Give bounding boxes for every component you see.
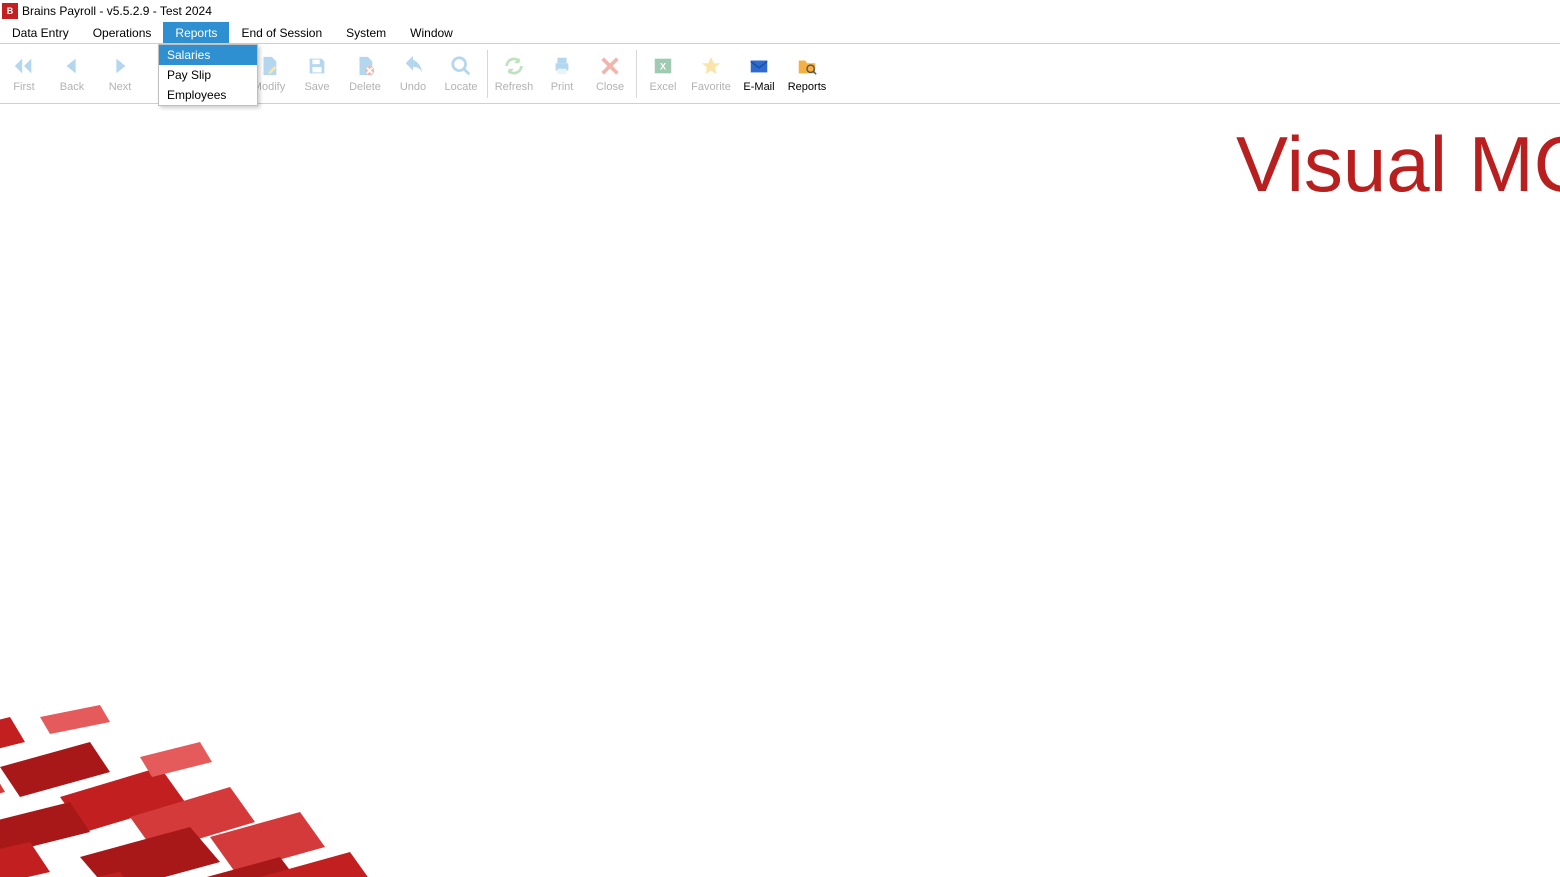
favorite-icon — [699, 54, 723, 78]
dropdown-pay-slip[interactable]: Pay Slip — [159, 65, 257, 85]
menu-reports[interactable]: Reports — [163, 22, 229, 43]
save-icon — [305, 54, 329, 78]
refresh-button[interactable]: Refresh — [490, 46, 538, 102]
print-label: Print — [551, 81, 574, 93]
refresh-label: Refresh — [495, 81, 534, 93]
first-icon — [12, 54, 36, 78]
undo-icon — [401, 54, 425, 78]
modify-icon — [257, 54, 281, 78]
menu-end-of-session[interactable]: End of Session — [229, 22, 334, 43]
toolbar-separator — [636, 50, 637, 98]
dropdown-salaries[interactable]: Salaries — [159, 45, 257, 65]
undo-label: Undo — [400, 81, 426, 93]
favorite-button[interactable]: Favorite — [687, 46, 735, 102]
locate-icon — [449, 54, 473, 78]
undo-button[interactable]: Undo — [389, 46, 437, 102]
excel-label: Excel — [650, 81, 677, 93]
first-button[interactable]: First — [0, 46, 48, 102]
close-icon — [598, 54, 622, 78]
close-label: Close — [596, 81, 624, 93]
locate-button[interactable]: Locate — [437, 46, 485, 102]
save-label: Save — [304, 81, 329, 93]
next-label: Next — [109, 81, 132, 93]
reports-button[interactable]: Reports — [783, 46, 831, 102]
dropdown-employees[interactable]: Employees — [159, 85, 257, 105]
menu-bar: Data Entry Operations Reports End of Ses… — [0, 22, 1560, 44]
refresh-icon — [502, 54, 526, 78]
save-button[interactable]: Save — [293, 46, 341, 102]
menu-data-entry[interactable]: Data Entry — [0, 22, 81, 43]
svg-text:X: X — [660, 62, 667, 72]
next-icon — [108, 54, 132, 78]
excel-icon: X — [651, 54, 675, 78]
reports-label: Reports — [788, 81, 827, 93]
menu-window[interactable]: Window — [398, 22, 465, 43]
toolbar-separator — [487, 50, 488, 98]
menu-system[interactable]: System — [334, 22, 398, 43]
email-icon — [747, 54, 771, 78]
locate-label: Locate — [444, 81, 477, 93]
delete-label: Delete — [349, 81, 381, 93]
print-icon — [550, 54, 574, 78]
excel-button[interactable]: X Excel — [639, 46, 687, 102]
back-button[interactable]: Back — [48, 46, 96, 102]
close-button[interactable]: Close — [586, 46, 634, 102]
reports-icon — [795, 54, 819, 78]
brand-text: Visual MC — [1236, 119, 1560, 210]
window-title: Brains Payroll - v5.5.2.9 - Test 2024 — [22, 4, 212, 18]
email-label: E-Mail — [743, 81, 774, 93]
content-area: Visual MC — [0, 104, 1560, 877]
delete-icon — [353, 54, 377, 78]
menu-operations[interactable]: Operations — [81, 22, 164, 43]
print-button[interactable]: Print — [538, 46, 586, 102]
back-icon — [60, 54, 84, 78]
reports-dropdown: Salaries Pay Slip Employees — [158, 44, 258, 106]
app-icon: B — [2, 3, 18, 19]
delete-button[interactable]: Delete — [341, 46, 389, 102]
title-bar: B Brains Payroll - v5.5.2.9 - Test 2024 — [0, 0, 1560, 22]
email-button[interactable]: E-Mail — [735, 46, 783, 102]
decorative-shards — [0, 457, 580, 877]
back-label: Back — [60, 81, 84, 93]
favorite-label: Favorite — [691, 81, 731, 93]
first-label: First — [13, 81, 34, 93]
next-button[interactable]: Next — [96, 46, 144, 102]
